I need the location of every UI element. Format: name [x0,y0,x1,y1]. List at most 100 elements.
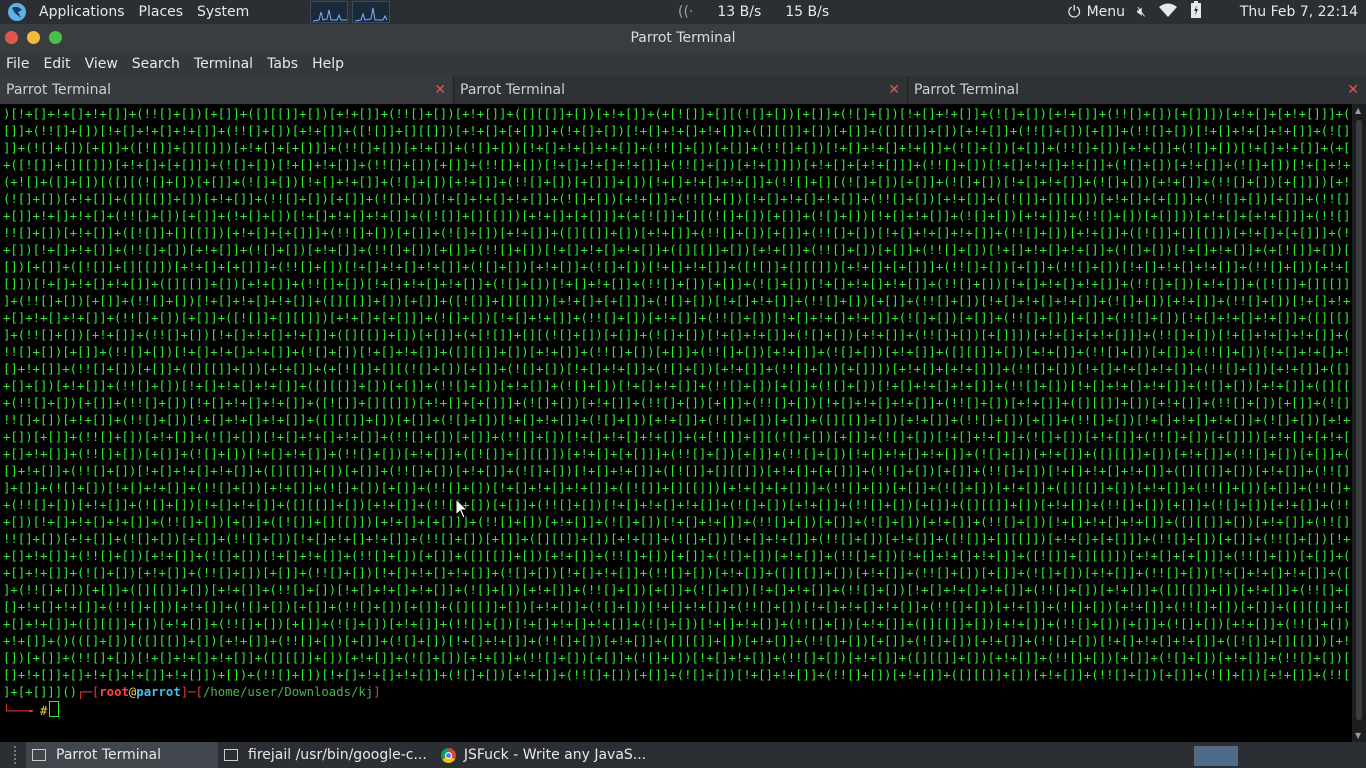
terminal-line: +[]+!+[]]+(!![]+[])[+[]]+(![]+[])[!+[]+!… [3,447,1350,461]
applications-menu[interactable]: Applications [32,0,132,24]
parrot-logo-icon[interactable] [6,1,28,23]
terminal-line: +[])[!+[]+!+[]+!+[]]+(!![]+[])[+[]]+([![… [3,515,1350,529]
menu-search[interactable]: Search [126,56,188,72]
terminal-view[interactable]: )[!+[]+!+[]+!+[]]+(!![]+[])[+[]]+([][[]]… [0,104,1350,742]
net-up-rate: 15 B/s [785,4,830,20]
battery-icon[interactable] [1190,1,1202,23]
prompt-bracket: ┌─[ [77,685,100,699]
prompt-path: /home/user/Downloads/kj [202,685,374,699]
terminal-output: )[!+[]+!+[]+!+[]]+(!![]+[])[+[]]+([][[]]… [0,104,1350,684]
task-jsfuck[interactable]: JSFuck - Write any JavaS... [435,742,654,768]
terminal-line: +[])[!+[]+!+[]]+(!![]+[])[+!+[]]+(![]+[]… [3,243,1350,257]
scrollbar-thumb[interactable] [1356,120,1362,720]
terminal-icon [32,749,46,761]
wifi-icon[interactable] [1158,2,1178,22]
clock[interactable]: Thu Feb 7, 22:14 [1240,4,1358,20]
menubar: File Edit View Search Terminal Tabs Help [0,52,1366,76]
terminal-line: +(!![]+[])[+!+[]]+(![]+[])[!+[]+!+[]]+([… [3,498,1350,512]
window-title: Parrot Terminal [630,30,736,46]
tab-label: Parrot Terminal [460,82,566,98]
task-label: JSFuck - Write any JavaS... [463,747,647,763]
terminal-line: ]+(!![]+[])[+[]]+([][[]]+[])[+!+[]]+(!![… [3,583,1350,597]
workspace-switcher[interactable] [1194,746,1238,766]
menu-edit[interactable]: Edit [37,56,78,72]
menu-help[interactable]: Help [306,56,352,72]
prompt-bracket-close: ] [373,685,381,699]
text-cursor [49,701,60,717]
terminal-line: [])[+[]]+(!![]+[])[!+[]+!+[]+!+[]]+([][[… [3,651,1350,665]
prompt-host: parrot [136,685,181,699]
terminal-line: (![]+[])[+!+[]]+([][[]]+[])[+!+[]]+(!![]… [3,192,1350,206]
tab-terminal-3[interactable]: Parrot Terminal ✕ [908,76,1366,104]
tab-terminal-2[interactable]: Parrot Terminal ✕ [454,76,908,104]
prompt-symbol: # [40,704,48,718]
terminal-line: !![]+[])[+!+[]]+(!![]+[])[!+[]+!+[]+!+[]… [3,413,1350,427]
terminal-line: +[]+!+[]]+(!![]+[])[+!+[]]+(![]+[])[!+[]… [3,549,1350,563]
window-maximize-button[interactable] [49,31,62,44]
prompt-input-line[interactable]: └──╼ # [0,701,1350,720]
terminal-line: !![]+[])[+!+[]]+(![]+[])[+[]]+(!![]+[])[… [3,532,1350,546]
window-titlebar[interactable]: Parrot Terminal [0,24,1366,52]
task-label: Parrot Terminal [56,747,162,763]
terminal-line: +[])[+[]]+(!![]+[])[+!+[]]+(![]+[])[!+[]… [3,430,1350,444]
net-down-rate: 13 B/s [717,4,762,20]
taskbar-grip[interactable] [14,746,26,764]
tab-bar: Parrot Terminal ✕ Parrot Terminal ✕ Parr… [0,76,1366,104]
menu-tabs[interactable]: Tabs [261,56,306,72]
cpu-graph-applet[interactable] [310,1,349,23]
terminal-line: []+!+[]+!+[]]+(!![]+[])[+!+[]]+(![]+[])[… [3,600,1350,614]
terminal-line: )[!+[]+!+[]+!+[]]+(!![]+[])[+[]]+([][[]]… [3,107,1350,121]
terminal-line: ]+(!![]+[])[+[]]+(!![]+[])[!+[]+!+[]+!+[… [3,294,1350,308]
network-monitor[interactable]: ((· 13 B/s 15 B/s [678,0,829,24]
tab-label: Parrot Terminal [914,82,1020,98]
close-tab-icon[interactable]: ✕ [888,76,900,104]
scroll-down-icon[interactable]: ▼ [1355,731,1361,740]
terminal-scrollbar[interactable]: ▲ ▼ [1352,104,1366,742]
menu-terminal[interactable]: Terminal [188,56,261,72]
task-label: firejail /usr/bin/google-c... [248,747,427,763]
menu-file[interactable]: File [0,56,37,72]
tab-label: Parrot Terminal [6,82,112,98]
terminal-line: +(!![]+[])[+[]]+(!![]+[])[!+[]+!+[]+!+[]… [3,396,1350,410]
system-menu[interactable]: System [190,0,256,24]
window-close-button[interactable] [5,31,18,44]
tab-terminal-1[interactable]: Parrot Terminal ✕ [0,76,454,104]
bottom-taskbar: Parrot Terminal firejail /usr/bin/google… [0,742,1366,768]
terminal-line: ]]+(![]+[])[+[]]+([![]]+[][[]])[+!+[]+[+… [3,141,1350,155]
terminal-line: !![]+[])[+!+[]]+([![]]+[][[]])[+!+[]+[+[… [3,226,1350,240]
terminal-line: +[]+!+[]+!+[]]+(!![]+[])[+[]]+([![]]+[][… [3,311,1350,325]
top-panel: Applications Places System ((· 13 B/s 15… [0,0,1366,24]
prompt-arrow: └──╼ [3,704,41,718]
terminal-line: [])[+[]]+([![]]+[][[]])[+!+[]+[+[]]]+(!!… [3,260,1350,274]
memory-graph-applet[interactable] [352,1,391,23]
terminal-line: +([![]]+[][[]])[+!+[]+[+[]]]+(![]+[])[!+… [3,158,1350,172]
close-tab-icon[interactable]: ✕ [434,76,446,104]
chrome-icon [440,747,456,763]
prompt-line: ]+[+[]]]()┌─[root@parrot]─[/home/user/Do… [0,684,1350,701]
terminal-line: +[]+[])[+!+[]]+(!![]+[])[!+[]+!+[]+!+[]]… [3,379,1350,393]
menu-icon[interactable]: ⏻ [1068,2,1081,22]
window-minimize-button[interactable] [27,31,40,44]
terminal-line: +[]+!+[]]+(![]+[])[+!+[]]+(!![]+[])[+[]]… [3,566,1350,580]
task-firejail[interactable]: firejail /usr/bin/google-c... [218,742,435,768]
terminal-line: []+!+[]]+(!![]+[])[+[]]+([][[]]+[])[+!+[… [3,362,1350,376]
mouse-pointer-icon [455,498,469,519]
terminal-line: +[]]+!+[]+!+[]+(!![]+[])[+[]]+(!+[]+[])[… [3,209,1350,223]
volume-muted-icon[interactable]: 🔇︎ [1137,4,1146,20]
scroll-up-icon[interactable]: ▲ [1355,106,1361,115]
menu-button[interactable]: Menu [1087,4,1125,20]
terminal-line: ]+[]]+(![]+[])[!+[]+!+[]]+(!![]+[])[+!+[… [3,481,1350,495]
output-tail: ]+[+[]]]() [3,685,78,699]
terminal-icon [224,749,238,761]
terminal-line: ]+(!![]+[])[+!+[]]+(!![]+[])[!+[]+!+[]+!… [3,328,1350,342]
places-menu[interactable]: Places [132,0,191,24]
menu-view[interactable]: View [79,56,126,72]
prompt-separator: ]─[ [180,685,203,699]
task-parrot-terminal[interactable]: Parrot Terminal [26,742,218,768]
close-tab-icon[interactable]: ✕ [1347,76,1359,104]
terminal-line: []])[!+[]+!+[]+!+[]]+([][[]]+[])[+!+[]]+… [3,277,1350,291]
terminal-line: []+!+[]]+(!![]+[])[!+[]+!+[]+!+[]]+([][[… [3,464,1350,478]
network-activity-icon: ((· [678,4,694,20]
terminal-line: +!+[]]+()(([]+[])[([][[]]+[])[+!+[]]+(!!… [3,634,1350,648]
terminal-line: []]+(!![]+[])[!+[]+!+[]+!+[]]+(!![]+[])[… [3,124,1350,138]
